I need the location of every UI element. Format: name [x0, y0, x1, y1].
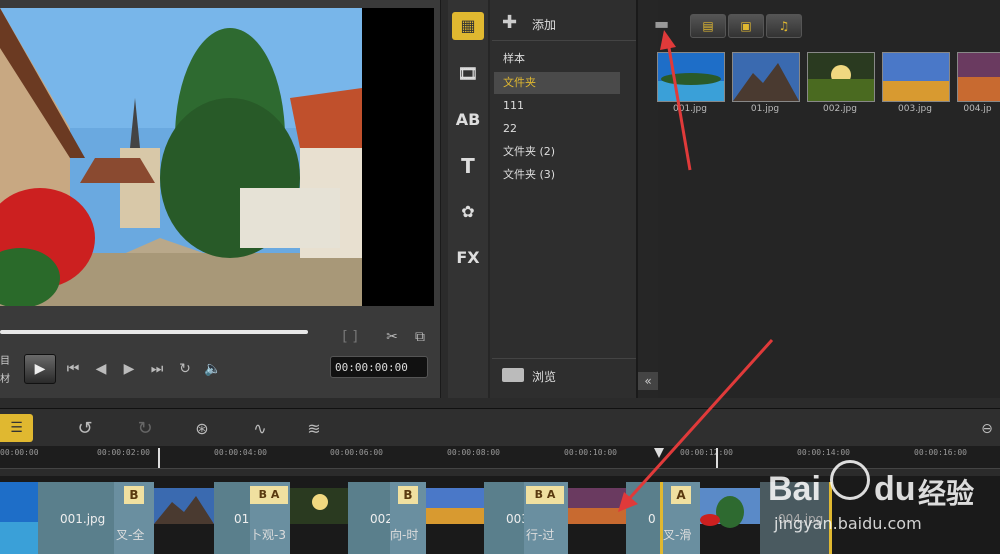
baidu-watermark: Bai du 经验 jingyan.baidu.com — [768, 460, 1000, 554]
watermark-url: jingyan.baidu.com — [774, 514, 922, 533]
watermark-brand: Bai — [768, 470, 821, 508]
watermark-cn: 经验 — [918, 477, 975, 510]
paw-icon — [830, 460, 870, 500]
watermark-brand-2: du — [874, 470, 916, 508]
